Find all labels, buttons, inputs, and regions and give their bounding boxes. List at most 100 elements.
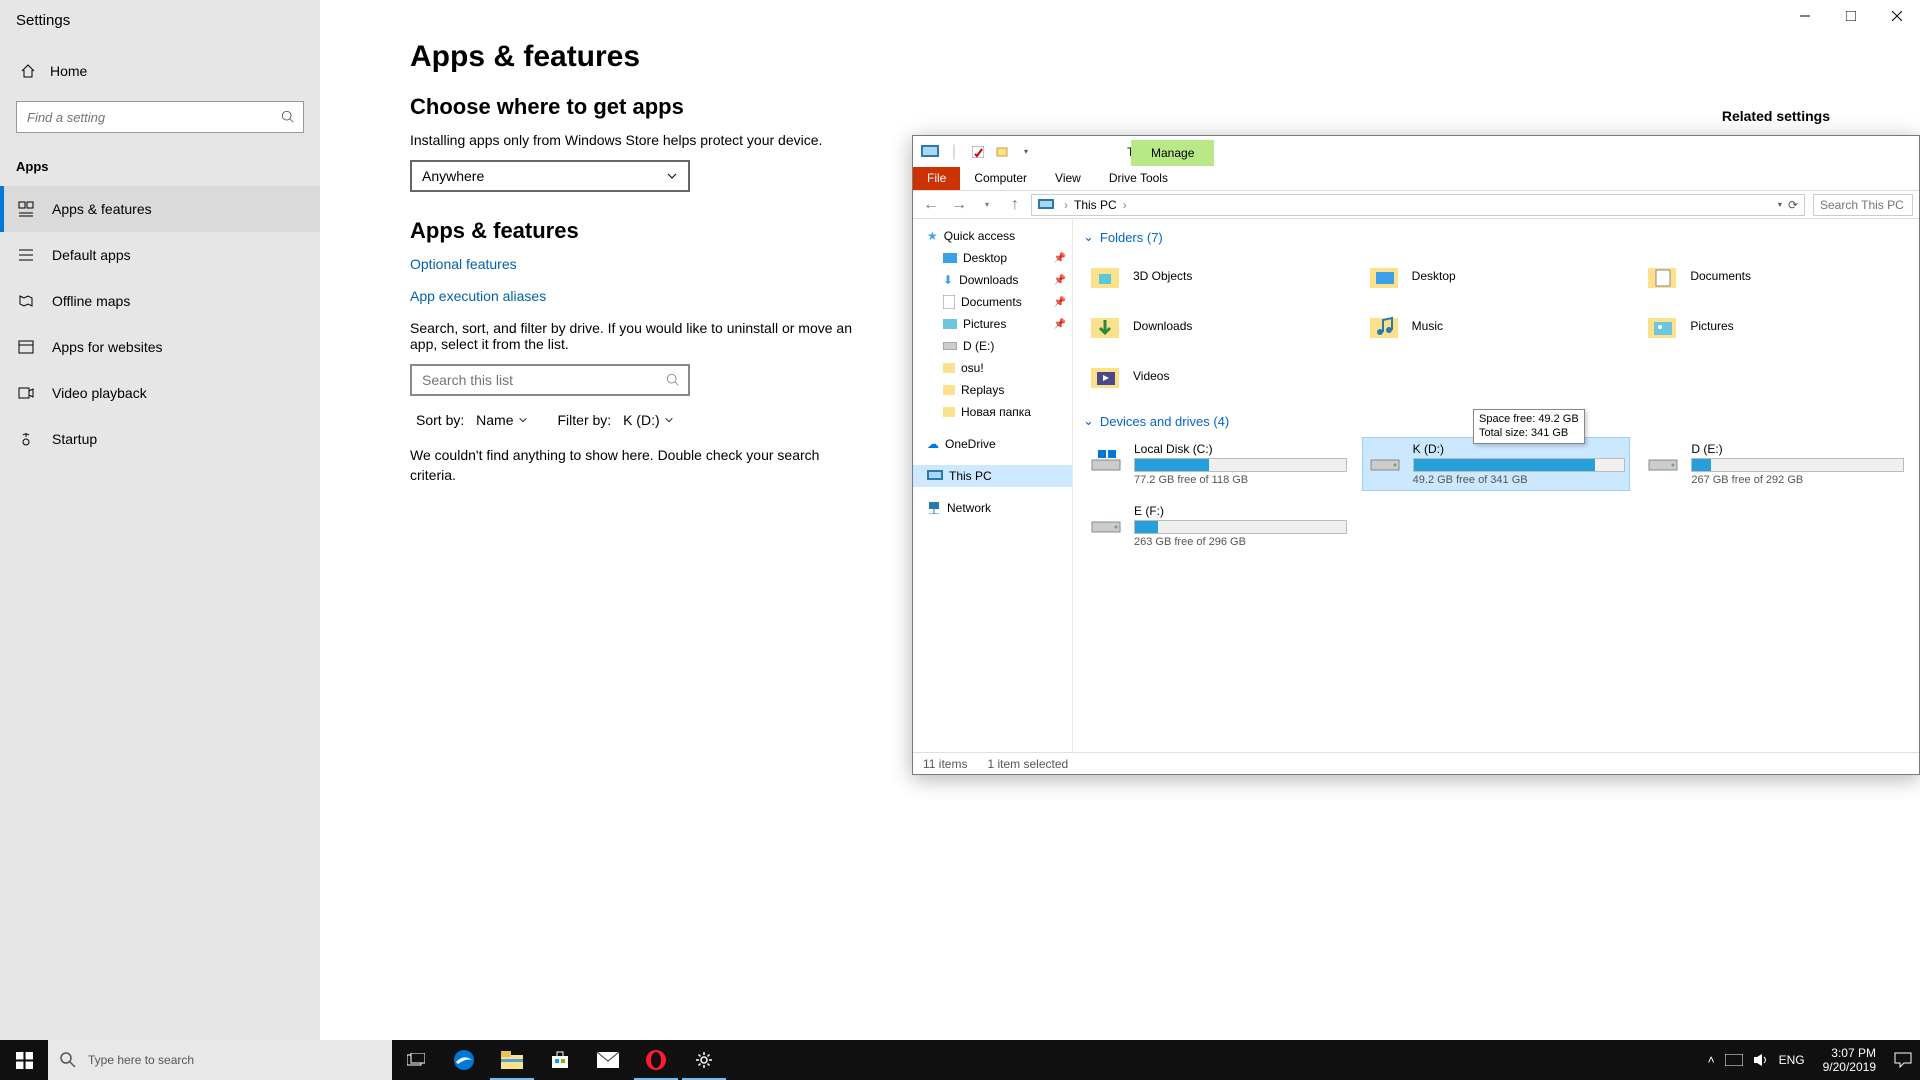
keyboard-icon[interactable]	[1725, 1054, 1743, 1066]
page-title: Apps & features	[410, 40, 1880, 74]
nav-up-button[interactable]: ↑	[1003, 193, 1027, 217]
sort-by-dropdown[interactable]: Sort by: Name	[416, 412, 528, 428]
sidebar-item-label: Apps for websites	[52, 339, 163, 355]
taskbar-edge[interactable]	[440, 1040, 488, 1080]
drive-item[interactable]: K (D:)49.2 GB free of 341 GB	[1362, 437, 1631, 491]
explorer-body: ★Quick access Desktop📌 ⬇Downloads📌 Docum…	[913, 219, 1919, 752]
sidebar-item-apps-features[interactable]: Apps & features	[0, 186, 320, 232]
nav-forward-button[interactable]: →	[947, 193, 971, 217]
folder-item[interactable]: Downloads	[1083, 303, 1352, 349]
action-center-icon[interactable]	[1894, 1052, 1912, 1068]
edge-icon	[452, 1048, 476, 1072]
folder-item[interactable]: Pictures	[1640, 303, 1909, 349]
related-settings-heading: Related settings	[1722, 108, 1830, 124]
tree-item[interactable]: Pictures📌	[913, 313, 1072, 335]
explorer-tree[interactable]: ★Quick access Desktop📌 ⬇Downloads📌 Docum…	[913, 219, 1073, 752]
drive-usage-bar	[1134, 520, 1347, 534]
drive-item[interactable]: E (F:)263 GB free of 296 GB	[1083, 499, 1352, 553]
folder-item[interactable]: Music	[1362, 303, 1631, 349]
properties-icon[interactable]	[967, 141, 989, 163]
drive-item[interactable]: Local Disk (C:)77.2 GB free of 118 GB	[1083, 437, 1352, 491]
taskbar-search[interactable]: Type here to search	[48, 1040, 392, 1080]
tray-clock[interactable]: 3:07 PM 9/20/2019	[1815, 1046, 1884, 1075]
ribbon-tab-manage[interactable]: Manage	[1131, 140, 1214, 166]
address-dropdown[interactable]: ▾	[1778, 200, 1782, 209]
explorer-titlebar[interactable]: | ▾ Manage This PC	[913, 136, 1919, 167]
tree-item[interactable]: Replays	[913, 379, 1072, 401]
drive-icon	[1367, 442, 1403, 478]
sidebar-item-default-apps[interactable]: Default apps	[0, 232, 320, 278]
folder-name: 3D Objects	[1133, 269, 1192, 283]
new-folder-icon[interactable]	[991, 141, 1013, 163]
taskbar-mail[interactable]	[584, 1040, 632, 1080]
ribbon-tab-computer[interactable]: Computer	[960, 166, 1041, 190]
tree-item[interactable]: Desktop📌	[913, 247, 1072, 269]
explorer-search-input[interactable]	[1813, 194, 1913, 216]
tree-item[interactable]: osu!	[913, 357, 1072, 379]
sidebar-item-offline-maps[interactable]: Offline maps	[0, 278, 320, 324]
settings-search[interactable]	[16, 101, 304, 133]
ribbon-tab-drive-tools[interactable]: Drive Tools	[1095, 166, 1182, 190]
folder-icon	[1644, 258, 1680, 294]
drive-name: Local Disk (C:)	[1134, 442, 1347, 456]
taskbar-settings[interactable]	[680, 1040, 728, 1080]
sidebar-item-video-playback[interactable]: Video playback	[0, 370, 320, 416]
taskbar-opera[interactable]	[632, 1040, 680, 1080]
sidebar-item-apps-for-websites[interactable]: Apps for websites	[0, 324, 320, 370]
ribbon-tab-view[interactable]: View	[1041, 166, 1095, 190]
sidebar-home[interactable]: Home	[0, 53, 320, 89]
drive-item[interactable]: D (E:)267 GB free of 292 GB	[1640, 437, 1909, 491]
sidebar-item-label: Startup	[52, 431, 97, 447]
sidebar-section-apps: Apps	[0, 153, 320, 186]
nav-history-button[interactable]: ▾	[975, 193, 999, 217]
apps-icon	[18, 201, 34, 217]
maps-icon	[18, 293, 34, 309]
explorer-navbar: ← → ▾ ↑ › This PC › ▾ ⟳	[913, 191, 1919, 219]
tree-item[interactable]: Documents📌	[913, 291, 1072, 313]
desktop-icon	[943, 253, 957, 263]
folder-icon	[1087, 308, 1123, 344]
taskbar-store[interactable]	[536, 1040, 584, 1080]
drive-usage-bar	[1413, 458, 1626, 472]
tree-network[interactable]: Network	[913, 497, 1072, 519]
chevron-down-icon: ⌄	[1083, 413, 1094, 429]
folders-group-header[interactable]: ⌄Folders (7)	[1083, 229, 1909, 245]
settings-search-input[interactable]	[16, 101, 304, 133]
tree-item[interactable]: Новая папка	[913, 401, 1072, 423]
tree-this-pc[interactable]: This PC	[913, 465, 1072, 487]
ribbon-tab-file[interactable]: File	[913, 166, 960, 190]
pc-icon[interactable]	[919, 141, 941, 163]
tree-item[interactable]: ⬇Downloads📌	[913, 269, 1072, 291]
folder-item[interactable]: Videos	[1083, 353, 1352, 399]
app-source-dropdown[interactable]: Anywhere	[410, 160, 690, 192]
tray-overflow[interactable]: ˄	[1708, 1053, 1715, 1067]
qat-customize[interactable]: ▾	[1015, 141, 1037, 163]
volume-icon[interactable]	[1753, 1053, 1769, 1067]
tree-quick-access[interactable]: ★Quick access	[913, 225, 1072, 247]
folder-name: Music	[1412, 319, 1443, 333]
explorer-view[interactable]: ⌄Folders (7) 3D Objects DesktopDocuments D…	[1073, 219, 1919, 752]
refresh-button[interactable]: ⟳	[1788, 198, 1798, 212]
start-button[interactable]	[0, 1040, 48, 1080]
breadcrumb-item[interactable]: This PC	[1074, 198, 1117, 212]
nav-back-button[interactable]: ←	[919, 193, 943, 217]
folder-name: Videos	[1133, 369, 1169, 383]
downloads-icon: ⬇	[943, 273, 953, 287]
explorer-window: | ▾ Manage This PC File Computer View Dr…	[912, 135, 1920, 775]
apps-list-search-input[interactable]	[410, 364, 690, 396]
tree-onedrive[interactable]: ☁OneDrive	[913, 433, 1072, 455]
filter-by-dropdown[interactable]: Filter by: K (D:)	[558, 412, 674, 428]
taskbar-explorer[interactable]	[488, 1040, 536, 1080]
pin-icon: 📌	[1054, 297, 1066, 308]
folder-item[interactable]: 3D Objects	[1083, 253, 1352, 299]
tree-item[interactable]: D (E:)	[913, 335, 1072, 357]
taskbar-search-placeholder: Type here to search	[88, 1053, 194, 1067]
drive-icon	[1088, 504, 1124, 540]
tray-language[interactable]: ENG	[1779, 1053, 1805, 1067]
task-view-button[interactable]	[392, 1040, 440, 1080]
folder-item[interactable]: Documents	[1640, 253, 1909, 299]
task-view-icon	[407, 1053, 425, 1067]
folder-item[interactable]: Desktop	[1362, 253, 1631, 299]
sidebar-item-startup[interactable]: Startup	[0, 416, 320, 462]
address-bar[interactable]: › This PC › ▾ ⟳	[1031, 194, 1805, 216]
